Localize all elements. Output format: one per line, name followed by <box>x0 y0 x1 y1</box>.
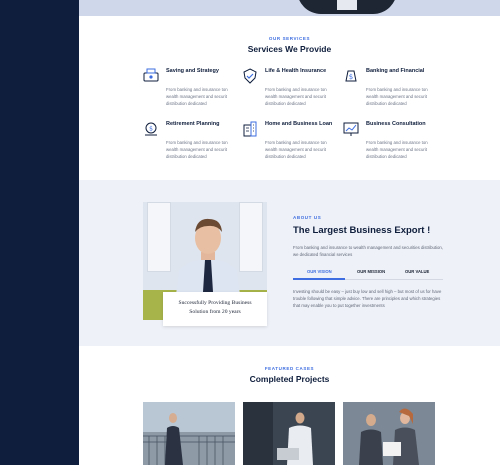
caption-line-1: Successfully Providing Business <box>178 300 252 306</box>
about-intro: From banking and insurance to wealth man… <box>293 245 443 257</box>
service-card-retirement[interactable]: $ Retirement Planning From banking and i… <box>143 121 243 163</box>
service-card-banking[interactable]: $ Banking and Financial From banking and… <box>343 68 443 110</box>
service-desc: From banking and insurance ton wealth ma… <box>166 87 228 106</box>
services-title: Services We Provide <box>247 44 332 54</box>
service-card-saving[interactable]: Saving and Strategy From banking and ins… <box>143 68 243 110</box>
about-eyebrow: ABOUT US <box>293 215 322 220</box>
service-title: Saving and Strategy <box>166 68 219 74</box>
services-section: OUR SERVICES Services We Provide Saving … <box>79 16 500 180</box>
about-title: The Largest Business Export ! <box>293 225 431 236</box>
service-desc: From banking and insurance ton wealth ma… <box>265 140 327 159</box>
about-content: ABOUT US The Largest Business Export ! F… <box>293 215 443 309</box>
svg-text:$: $ <box>349 73 353 81</box>
project-image-1 <box>143 402 235 465</box>
left-sidebar <box>0 0 79 465</box>
about-tabs: OUR VISION OUR MISSION OUR VALUE <box>293 266 443 280</box>
presentation-icon <box>343 122 359 136</box>
service-title: Business Consultation <box>366 121 426 127</box>
service-card-loan[interactable]: Home and Business Loan From banking and … <box>242 121 342 163</box>
svg-text:$: $ <box>149 126 153 133</box>
service-title: Banking and Financial <box>366 68 425 74</box>
services-eyebrow: OUR SERVICES <box>268 36 311 41</box>
service-desc: From banking and insurance ton wealth ma… <box>366 87 428 106</box>
project-card-1[interactable] <box>143 402 235 465</box>
savings-icon <box>143 68 159 82</box>
insurance-icon <box>243 68 257 84</box>
project-image-3 <box>343 402 435 465</box>
projects-section: FEATURED CASES Completed Projects <box>79 346 500 465</box>
photo-caption: Successfully Providing Business Solution… <box>163 292 267 326</box>
service-card-insurance[interactable]: Life & Health Insurance From banking and… <box>242 68 342 110</box>
hero-person-shirt <box>337 0 357 10</box>
about-body: Investing should be easy – just buy low … <box>293 289 442 308</box>
service-title: Home and Business Loan <box>265 121 333 127</box>
service-title: Retirement Planning <box>166 121 220 127</box>
service-card-consultation[interactable]: Business Consultation From banking and i… <box>343 121 443 163</box>
building-icon <box>243 121 257 137</box>
banking-icon: $ <box>345 70 357 82</box>
project-image-2 <box>243 402 335 465</box>
project-card-2[interactable] <box>243 402 335 465</box>
caption-line-2: Solution from 20 years <box>189 309 241 315</box>
about-section: Successfully Providing Business Solution… <box>79 180 500 346</box>
projects-eyebrow: FEATURED CASES <box>264 366 315 371</box>
service-desc: From banking and insurance ton wealth ma… <box>366 140 428 159</box>
active-tab-indicator <box>293 278 345 280</box>
hero-image-strip <box>79 0 500 16</box>
project-card-3[interactable] <box>343 402 435 465</box>
service-desc: From banking and insurance ton wealth ma… <box>265 87 327 106</box>
service-title: Life & Health Insurance <box>265 68 327 74</box>
tab-mission[interactable]: OUR MISSION <box>357 269 385 274</box>
projects-title: Completed Projects <box>249 374 330 384</box>
tab-vision[interactable]: OUR VISION <box>307 269 332 274</box>
tab-value[interactable]: OUR VALUE <box>405 269 429 274</box>
service-desc: From banking and insurance ton wealth ma… <box>166 140 228 159</box>
retirement-icon: $ <box>145 122 157 136</box>
